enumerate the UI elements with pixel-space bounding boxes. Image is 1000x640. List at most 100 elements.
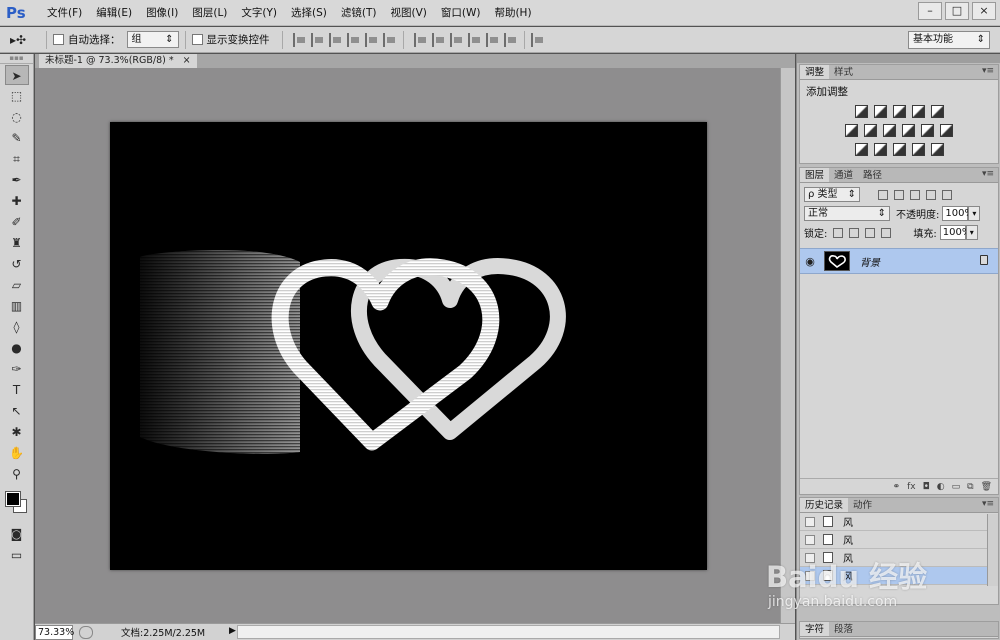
quick-mask-icon[interactable]: ◙: [5, 524, 29, 544]
layer-row[interactable]: ◉ 背景: [800, 248, 998, 274]
tab-adjustments[interactable]: 调整: [800, 65, 830, 79]
toolbar-grip[interactable]: ▪▪▪: [0, 54, 33, 64]
tab-channels[interactable]: 通道: [829, 168, 858, 182]
maximize-button[interactable]: □: [945, 2, 969, 20]
dodge-tool-icon[interactable]: ●: [5, 338, 29, 358]
link-layers-icon[interactable]: ⚭: [893, 482, 901, 492]
new-group-icon[interactable]: ▭: [952, 482, 961, 492]
distribute-right-icon[interactable]: [503, 32, 518, 47]
eraser-tool-icon[interactable]: ▱: [5, 275, 29, 295]
tab-history[interactable]: 历史记录: [800, 498, 849, 512]
gradient-tool-icon[interactable]: ▥: [5, 296, 29, 316]
clone-stamp-tool-icon[interactable]: ♜: [5, 233, 29, 253]
curves-icon[interactable]: [892, 105, 906, 118]
panel-menu-icon[interactable]: ▾≡: [982, 169, 994, 179]
new-layer-icon[interactable]: ⧉: [967, 482, 973, 492]
opacity-field[interactable]: 100%: [942, 206, 974, 221]
history-snapshot-checkbox[interactable]: [805, 516, 815, 527]
history-item[interactable]: 风: [800, 513, 998, 531]
canvas[interactable]: [110, 122, 707, 570]
new-adjustment-layer-icon[interactable]: ◐: [937, 482, 945, 492]
vertical-scrollbar[interactable]: [780, 68, 795, 623]
dock-collapse-bar[interactable]: [797, 54, 1000, 63]
selective-color-icon[interactable]: [911, 143, 925, 156]
align-bottom-icon[interactable]: [328, 32, 343, 47]
history-item[interactable]: 风: [800, 549, 998, 567]
lock-all-icon[interactable]: [881, 227, 892, 238]
layer-filter-dropdown[interactable]: ρ 类型 ⇕: [804, 187, 860, 202]
path-select-tool-icon[interactable]: ↖: [5, 401, 29, 421]
levels-icon[interactable]: [873, 105, 887, 118]
lasso-tool-icon[interactable]: ◌: [5, 107, 29, 127]
distribute-left-icon[interactable]: [467, 32, 482, 47]
zoom-tool-icon[interactable]: ⚲: [5, 464, 29, 484]
threshold-icon[interactable]: [892, 143, 906, 156]
menu-image[interactable]: 图像(I): [139, 0, 185, 26]
minimize-button[interactable]: –: [918, 2, 942, 20]
type-tool-icon[interactable]: T: [5, 380, 29, 400]
foreground-color-swatch[interactable]: [4, 491, 21, 507]
move-tool-icon[interactable]: ➤: [4, 65, 29, 85]
distribute-vcenter-icon[interactable]: [431, 32, 446, 47]
menu-help[interactable]: 帮助(H): [487, 0, 538, 26]
history-brush-tool-icon[interactable]: ↺: [5, 254, 29, 274]
opacity-dropdown-icon[interactable]: ▾: [968, 206, 981, 221]
auto-select-dropdown[interactable]: 组 ⇕: [126, 31, 179, 48]
photo-filter-icon[interactable]: [902, 124, 915, 137]
menu-edit[interactable]: 编辑(E): [89, 0, 139, 26]
history-snapshot-checkbox[interactable]: [805, 552, 815, 563]
add-mask-icon[interactable]: ◘: [923, 482, 930, 492]
hue-saturation-icon[interactable]: [845, 124, 858, 137]
align-left-icon[interactable]: [346, 32, 361, 47]
hand-tool-icon[interactable]: ✋: [5, 443, 29, 463]
menu-layer[interactable]: 图层(L): [185, 0, 234, 26]
exposure-icon[interactable]: [911, 105, 925, 118]
align-top-icon[interactable]: [292, 32, 307, 47]
distribute-bottom-icon[interactable]: [449, 32, 464, 47]
panel-menu-icon[interactable]: ▾≡: [982, 499, 994, 509]
menu-file[interactable]: 文件(F): [40, 0, 89, 26]
align-vcenter-icon[interactable]: [310, 32, 325, 47]
menu-filter[interactable]: 滤镜(T): [334, 0, 384, 26]
color-lookup-icon[interactable]: [940, 124, 953, 137]
tab-paths[interactable]: 路径: [858, 168, 887, 182]
tab-actions[interactable]: 动作: [848, 498, 877, 512]
panel-menu-icon[interactable]: ▾≡: [982, 66, 994, 76]
healing-brush-tool-icon[interactable]: ✚: [5, 191, 29, 211]
filter-adjustment-icon[interactable]: [894, 189, 904, 200]
lock-position-icon[interactable]: [865, 227, 876, 238]
tab-paragraph[interactable]: 段落: [829, 622, 858, 636]
black-white-icon[interactable]: [883, 124, 896, 137]
lock-transparency-icon[interactable]: [833, 227, 844, 238]
visibility-eye-icon[interactable]: ◉: [800, 255, 820, 268]
history-item-selected[interactable]: 风: [800, 567, 998, 585]
auto-align-icon[interactable]: [530, 32, 545, 47]
menu-window[interactable]: 窗口(W): [434, 0, 488, 26]
layer-name[interactable]: 背景: [860, 254, 880, 269]
brightness-contrast-icon[interactable]: [854, 105, 868, 118]
history-snapshot-checkbox[interactable]: [805, 570, 815, 581]
channel-mixer-icon[interactable]: [921, 124, 934, 137]
tab-character[interactable]: 字符: [800, 622, 830, 636]
eyedropper-tool-icon[interactable]: ✒: [5, 170, 29, 190]
layer-style-icon[interactable]: fx: [907, 482, 916, 492]
align-right-icon[interactable]: [382, 32, 397, 47]
status-menu-arrow-icon[interactable]: ▶: [229, 626, 236, 636]
history-snapshot-checkbox[interactable]: [805, 534, 815, 545]
close-button[interactable]: ×: [972, 2, 996, 20]
delete-layer-icon[interactable]: 🗑: [981, 482, 992, 492]
tab-layers[interactable]: 图层: [800, 168, 830, 182]
auto-select-checkbox[interactable]: [53, 34, 64, 45]
tab-close-icon[interactable]: ×: [183, 55, 191, 66]
horizontal-scrollbar[interactable]: [237, 625, 780, 639]
filter-smart-object-icon[interactable]: [942, 189, 952, 200]
history-item[interactable]: 风: [800, 531, 998, 549]
fill-field[interactable]: 100%: [939, 225, 971, 240]
color-swatches[interactable]: [4, 490, 30, 516]
fill-dropdown-icon[interactable]: ▾: [965, 225, 978, 240]
marquee-tool-icon[interactable]: ⬚: [5, 86, 29, 106]
document-tab[interactable]: 未标题-1 @ 73.3%(RGB/8) * ×: [39, 54, 197, 68]
menu-type[interactable]: 文字(Y): [234, 0, 284, 26]
gradient-map-icon[interactable]: [930, 143, 944, 156]
align-hcenter-icon[interactable]: [364, 32, 379, 47]
